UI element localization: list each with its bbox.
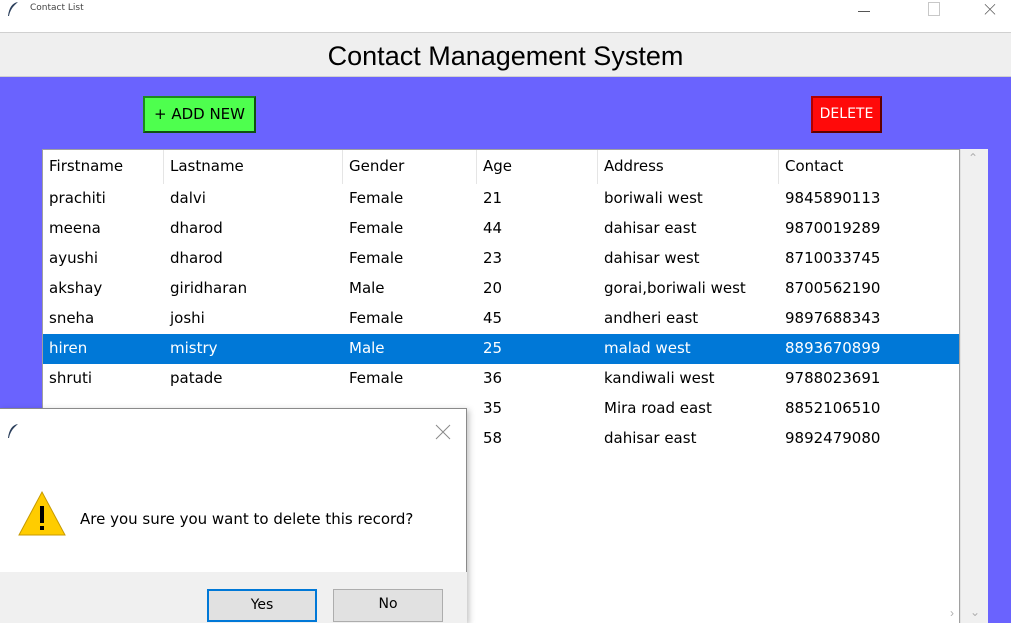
- cell-gender: Female: [349, 309, 404, 327]
- maximize-icon[interactable]: [925, 0, 965, 20]
- cell-contact: 9892479080: [785, 429, 881, 447]
- cell-address: boriwali west: [604, 189, 703, 207]
- cell-firstname: prachiti: [49, 189, 106, 207]
- cell-gender: Female: [349, 189, 404, 207]
- cell-lastname: dharod: [170, 219, 223, 237]
- cell-address: Mira road east: [604, 399, 712, 417]
- cell-firstname: ayushi: [49, 249, 99, 267]
- add-new-button[interactable]: + ADD NEW: [143, 96, 256, 133]
- column-header-lastname[interactable]: Lastname: [170, 157, 244, 175]
- cell-lastname: dharod: [170, 249, 223, 267]
- table-row[interactable]: prachiti dalvi Female 21 boriwali west 984589…: [43, 184, 959, 214]
- window-title: Contact List: [30, 3, 84, 13]
- app-header: Contact Management System: [0, 32, 1011, 77]
- window-titlebar: Contact List: [0, 0, 1011, 32]
- close-icon[interactable]: [982, 0, 1011, 20]
- cell-gender: Male: [349, 339, 385, 357]
- cell-contact: 8852106510: [785, 399, 881, 417]
- cell-gender: Male: [349, 279, 385, 297]
- cell-gender: Female: [349, 219, 404, 237]
- cell-firstname: hiren: [49, 339, 88, 357]
- table-row[interactable]: meena dharod Female 44 dahisar east 987001928…: [43, 214, 959, 244]
- cell-age: 20: [483, 279, 503, 297]
- column-header-contact[interactable]: Contact: [785, 157, 843, 175]
- cell-address: malad west: [604, 339, 691, 357]
- column-header-age[interactable]: Age: [483, 157, 512, 175]
- vertical-scrollbar[interactable]: ⌃ ⌄: [960, 149, 988, 623]
- cell-age: 36: [483, 369, 503, 387]
- warning-icon: [18, 490, 66, 536]
- confirm-delete-dialog: Are you sure you want to delete this rec…: [0, 408, 467, 623]
- cell-firstname: akshay: [49, 279, 103, 297]
- cell-firstname: meena: [49, 219, 101, 237]
- cell-lastname: mistry: [170, 339, 218, 357]
- page-title: Contact Management System: [327, 41, 684, 71]
- minimize-icon[interactable]: [850, 0, 890, 20]
- scroll-up-icon[interactable]: ⌃: [968, 151, 978, 165]
- cell-age: 25: [483, 339, 503, 357]
- cell-age: 58: [483, 429, 503, 447]
- cell-gender: Female: [349, 369, 404, 387]
- cell-contact: 9870019289: [785, 219, 881, 237]
- cell-firstname: shruti: [49, 369, 93, 387]
- cell-contact: 8893670899: [785, 339, 881, 357]
- cell-lastname: patade: [170, 369, 223, 387]
- delete-button[interactable]: DELETE: [811, 96, 882, 133]
- cell-contact: 8700562190: [785, 279, 881, 297]
- cell-contact: 9897688343: [785, 309, 881, 327]
- dialog-message: Are you sure you want to delete this rec…: [80, 510, 414, 528]
- dialog-footer: Yes No: [0, 572, 467, 623]
- table-header: Firstname Lastname Gender Age Address Co…: [43, 150, 959, 184]
- cell-lastname: dalvi: [170, 189, 206, 207]
- cell-age: 23: [483, 249, 503, 267]
- cell-age: 44: [483, 219, 503, 237]
- cell-address: dahisar east: [604, 219, 697, 237]
- scroll-down-icon[interactable]: ⌄: [970, 605, 980, 619]
- close-icon[interactable]: [434, 423, 452, 441]
- table-row[interactable]: akshay giridharan Male 20 gorai,boriwali wes…: [43, 274, 959, 304]
- cell-address: andheri east: [604, 309, 699, 327]
- column-header-firstname[interactable]: Firstname: [49, 157, 123, 175]
- no-button[interactable]: No: [333, 589, 443, 622]
- cell-gender: Female: [349, 249, 404, 267]
- table-row[interactable]: sneha joshi Female 45 andheri east 9897688343: [43, 304, 959, 334]
- cell-contact: 9788023691: [785, 369, 881, 387]
- table-row[interactable]: ayushi dharod Female 23 dahisar west 87100337…: [43, 244, 959, 274]
- table-row[interactable]: hiren mistry Male 25 malad west 8893670899: [43, 334, 959, 364]
- cell-lastname: giridharan: [170, 279, 248, 297]
- cell-firstname: sneha: [49, 309, 95, 327]
- cell-address: kandiwali west: [604, 369, 715, 387]
- cell-address: dahisar east: [604, 429, 697, 447]
- cell-lastname: joshi: [170, 309, 205, 327]
- table-row[interactable]: shruti patade Female 36 kandiwali west 978802…: [43, 364, 959, 394]
- cell-contact: 8710033745: [785, 249, 881, 267]
- cell-address: dahisar west: [604, 249, 700, 267]
- cell-age: 35: [483, 399, 503, 417]
- yes-button[interactable]: Yes: [207, 589, 317, 622]
- scroll-right-icon[interactable]: ›: [950, 606, 954, 620]
- column-header-address[interactable]: Address: [604, 157, 664, 175]
- column-header-gender[interactable]: Gender: [349, 157, 404, 175]
- cell-age: 21: [483, 189, 503, 207]
- cell-age: 45: [483, 309, 503, 327]
- feather-icon: [8, 2, 18, 16]
- feather-icon: [8, 424, 18, 438]
- cell-contact: 9845890113: [785, 189, 881, 207]
- cell-address: gorai,boriwali west: [604, 279, 746, 297]
